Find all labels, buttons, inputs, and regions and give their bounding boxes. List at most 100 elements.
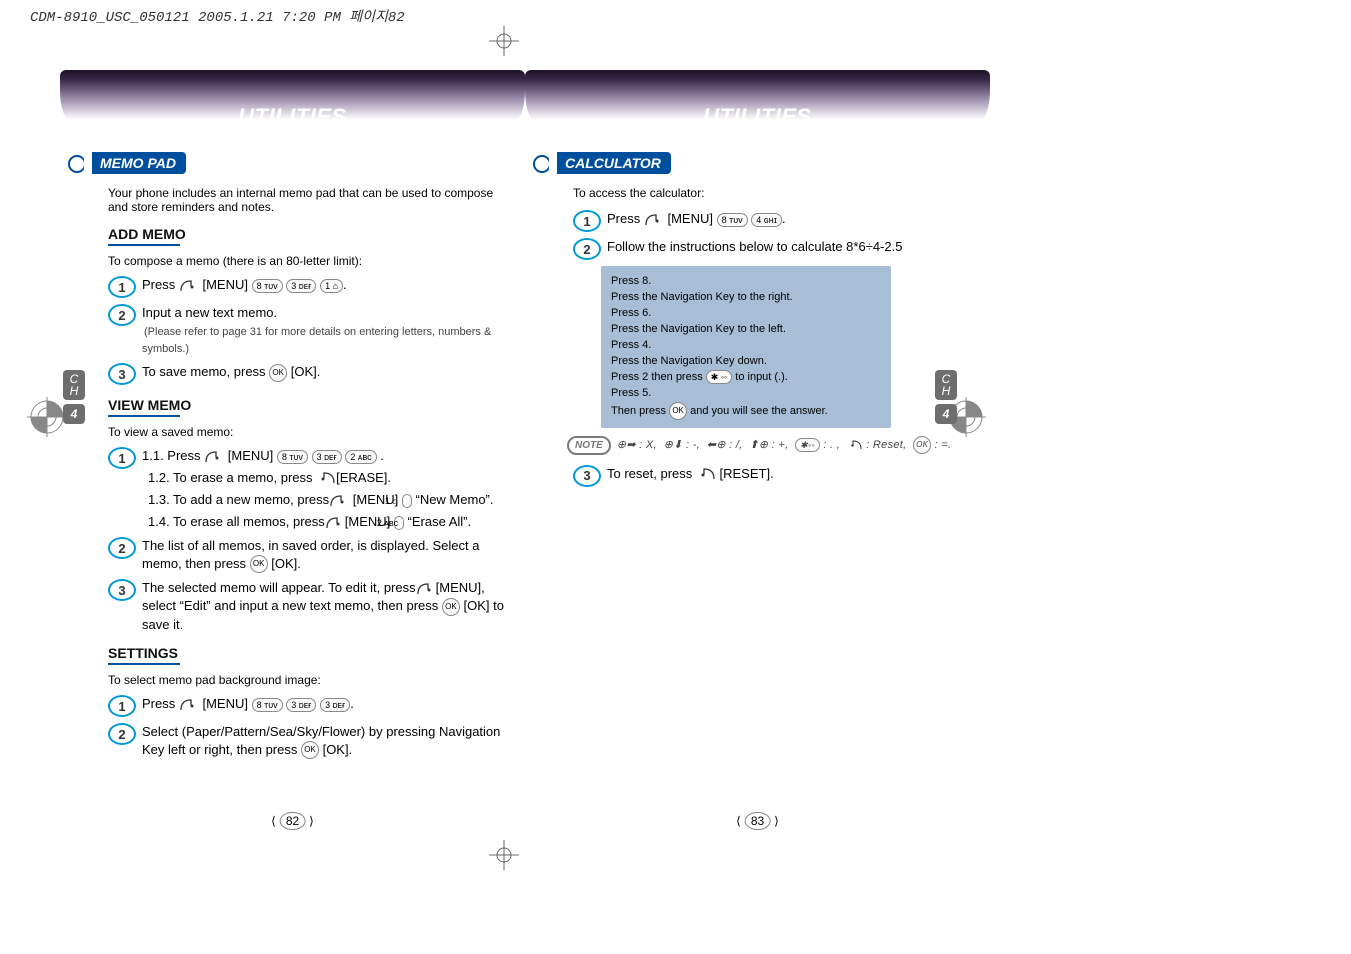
key-3-icon: 3 ᴅᴇғ <box>286 698 316 712</box>
step-row: 1 1.1. Press [MENU] 8 ᴛᴜᴠ 3 ᴅᴇғ 2 ᴀʙᴄ . … <box>108 447 505 531</box>
key-3-icon: 3 ᴅᴇғ <box>312 450 342 464</box>
left-softkey-icon <box>416 582 436 596</box>
left-softkey-icon <box>204 450 224 464</box>
heading-underline <box>108 663 180 665</box>
page-spread: UTILITIES MEMO PAD Your phone includes a… <box>60 60 990 820</box>
right-softkey-icon <box>316 471 336 485</box>
section-tag: CALCULATOR <box>533 152 671 174</box>
step-text: 1.1. Press [MENU] 8 ᴛᴜᴠ 3 ᴅᴇғ 2 ᴀʙᴄ . 1.… <box>142 447 505 531</box>
subsection-heading-settings: SETTINGS <box>108 645 505 661</box>
step-row: 1 Press [MENU] 8 ᴛᴜᴠ 4 ɢʜɪ. <box>573 210 970 232</box>
step-row: 2 Follow the instructions below to calcu… <box>573 238 970 260</box>
page-right: UTILITIES CALCULATOR To access the calcu… <box>525 60 990 820</box>
step-text: The selected memo will appear. To edit i… <box>142 579 505 633</box>
left-softkey-icon <box>179 279 199 293</box>
step-text: Press [MENU] 8 ᴛᴜᴠ 3 ᴅᴇғ 1 ⌂. <box>142 276 505 294</box>
calc-line: Press the Navigation Key to the right. <box>611 290 881 306</box>
ok-key-icon: OK <box>669 402 687 420</box>
page-number: ⟨82⟩ <box>271 812 314 830</box>
key-2-icon: 2 ᴀʙᴄ <box>394 516 404 530</box>
step-text: Follow the instructions below to calcula… <box>607 238 970 256</box>
ok-key-icon: OK <box>250 555 268 573</box>
step-number-icon: 1 <box>573 210 601 232</box>
step-number-icon: 3 <box>573 465 601 487</box>
calculation-example-box: Press 8. Press the Navigation Key to the… <box>601 266 891 428</box>
step-text: To save memo, press OK [OK]. <box>142 363 505 382</box>
key-star-icon: ✱ ◦◦ <box>706 370 732 384</box>
ok-key-icon: OK <box>913 436 931 454</box>
note-badge: NOTE <box>567 436 611 455</box>
calc-line: Press the Navigation Key down. <box>611 354 881 370</box>
step-number-icon: 3 <box>108 579 136 601</box>
step-number-icon: 1 <box>108 447 136 469</box>
step-row: 2 Input a new text memo.(Please refer to… <box>108 304 505 357</box>
note-callout: NOTE ⊕➡ : X, ⊕⬇ : -, ⬅⊕ : /, ⬆⊕ : +, ✱◦◦… <box>567 436 970 455</box>
key-3-icon: 3 ᴅᴇғ <box>320 698 350 712</box>
step-number-icon: 1 <box>108 695 136 717</box>
page-header: UTILITIES <box>525 80 990 130</box>
key-4-icon: 4 ɢʜɪ <box>751 213 782 227</box>
section-tag-label: CALCULATOR <box>557 152 671 174</box>
left-softkey-icon <box>179 698 199 712</box>
key-8-icon: 8 ᴛᴜᴠ <box>252 698 283 712</box>
substep: 1.3. To add a new memo, press [MENU] 1 ⌂… <box>170 491 505 509</box>
right-softkey-icon <box>847 439 863 451</box>
step-text: The list of all memos, in saved order, i… <box>142 537 505 573</box>
registration-mark-bottom <box>489 840 519 870</box>
calc-line: Press 6. <box>611 306 881 322</box>
step-row: 2 Select (Paper/Pattern/Sea/Sky/Flower) … <box>108 723 505 759</box>
calc-line: Then press OK and you will see the answe… <box>611 402 881 420</box>
step-row: 3 To save memo, press OK [OK]. <box>108 363 505 385</box>
step-text: Press [MENU] 8 ᴛᴜᴠ 3 ᴅᴇғ 3 ᴅᴇғ. <box>142 695 505 713</box>
step-text: Input a new text memo.(Please refer to p… <box>142 304 505 357</box>
subsection-heading-add: ADD MEMO <box>108 226 505 242</box>
page-number: ⟨83⟩ <box>736 812 779 830</box>
ok-key-icon: OK <box>301 741 319 759</box>
key-3-icon: 3 ᴅᴇғ <box>286 279 316 293</box>
left-softkey-icon <box>325 516 345 530</box>
key-1-icon: 1 ⌂ <box>402 494 412 508</box>
page-left: UTILITIES MEMO PAD Your phone includes a… <box>60 60 525 820</box>
section-intro: To access the calculator: <box>573 186 970 200</box>
heading-underline <box>108 244 180 246</box>
key-star-icon: ✱◦◦ <box>795 438 820 452</box>
step-row: 2 The list of all memos, in saved order,… <box>108 537 505 573</box>
calc-line: Press the Navigation Key to the left. <box>611 322 881 338</box>
key-8-icon: 8 ᴛᴜᴠ <box>717 213 748 227</box>
step-number-icon: 2 <box>108 304 136 326</box>
job-info-line: CDM-8910_USC_050121 2005.1.21 7:20 PM 페이… <box>30 6 405 26</box>
calc-line: Press 2 then press ✱ ◦◦ to input (.). <box>611 370 881 386</box>
step-row: 3 The selected memo will appear. To edit… <box>108 579 505 633</box>
step-number-icon: 2 <box>108 723 136 745</box>
subsection-intro: To select memo pad background image: <box>108 673 505 687</box>
key-1-icon: 1 ⌂ <box>320 279 343 293</box>
calc-line: Press 5. <box>611 386 881 402</box>
left-softkey-icon <box>644 213 664 227</box>
page-title: UTILITIES <box>525 104 990 130</box>
left-softkey-icon <box>329 494 349 508</box>
step-row: 1 Press [MENU] 8 ᴛᴜᴠ 3 ᴅᴇғ 3 ᴅᴇғ. <box>108 695 505 717</box>
subsection-intro: To view a saved memo: <box>108 425 505 439</box>
section-intro: Your phone includes an internal memo pad… <box>108 186 505 214</box>
section-tag: MEMO PAD <box>68 152 186 174</box>
step-row: 1 Press [MENU] 8 ᴛᴜᴠ 3 ᴅᴇғ 1 ⌂. <box>108 276 505 298</box>
calc-line: Press 4. <box>611 338 881 354</box>
step-text: Press [MENU] 8 ᴛᴜᴠ 4 ɢʜɪ. <box>607 210 970 228</box>
subsection-heading-view: VIEW MEMO <box>108 397 505 413</box>
page-title: UTILITIES <box>60 104 525 130</box>
subsection-intro: To compose a memo (there is an 80-letter… <box>108 254 505 268</box>
key-8-icon: 8 ᴛᴜᴠ <box>252 279 283 293</box>
heading-underline <box>108 415 180 417</box>
registration-mark-top <box>489 26 519 56</box>
step-text: To reset, press [RESET]. <box>607 465 970 483</box>
step-number-icon: 2 <box>573 238 601 260</box>
page-header: UTILITIES <box>60 80 525 130</box>
section-tag-label: MEMO PAD <box>92 152 186 174</box>
step-text: Select (Paper/Pattern/Sea/Sky/Flower) by… <box>142 723 505 759</box>
step-number-icon: 3 <box>108 363 136 385</box>
ok-key-icon: OK <box>269 364 287 382</box>
step-subtext: (Please refer to page 31 for more detail… <box>142 326 491 356</box>
substep: 1.2. To erase a memo, press [ERASE]. <box>170 469 505 487</box>
step-number-icon: 2 <box>108 537 136 559</box>
note-text: ⊕➡ : X, ⊕⬇ : -, ⬅⊕ : /, ⬆⊕ : +, ✱◦◦ : . … <box>617 436 952 454</box>
